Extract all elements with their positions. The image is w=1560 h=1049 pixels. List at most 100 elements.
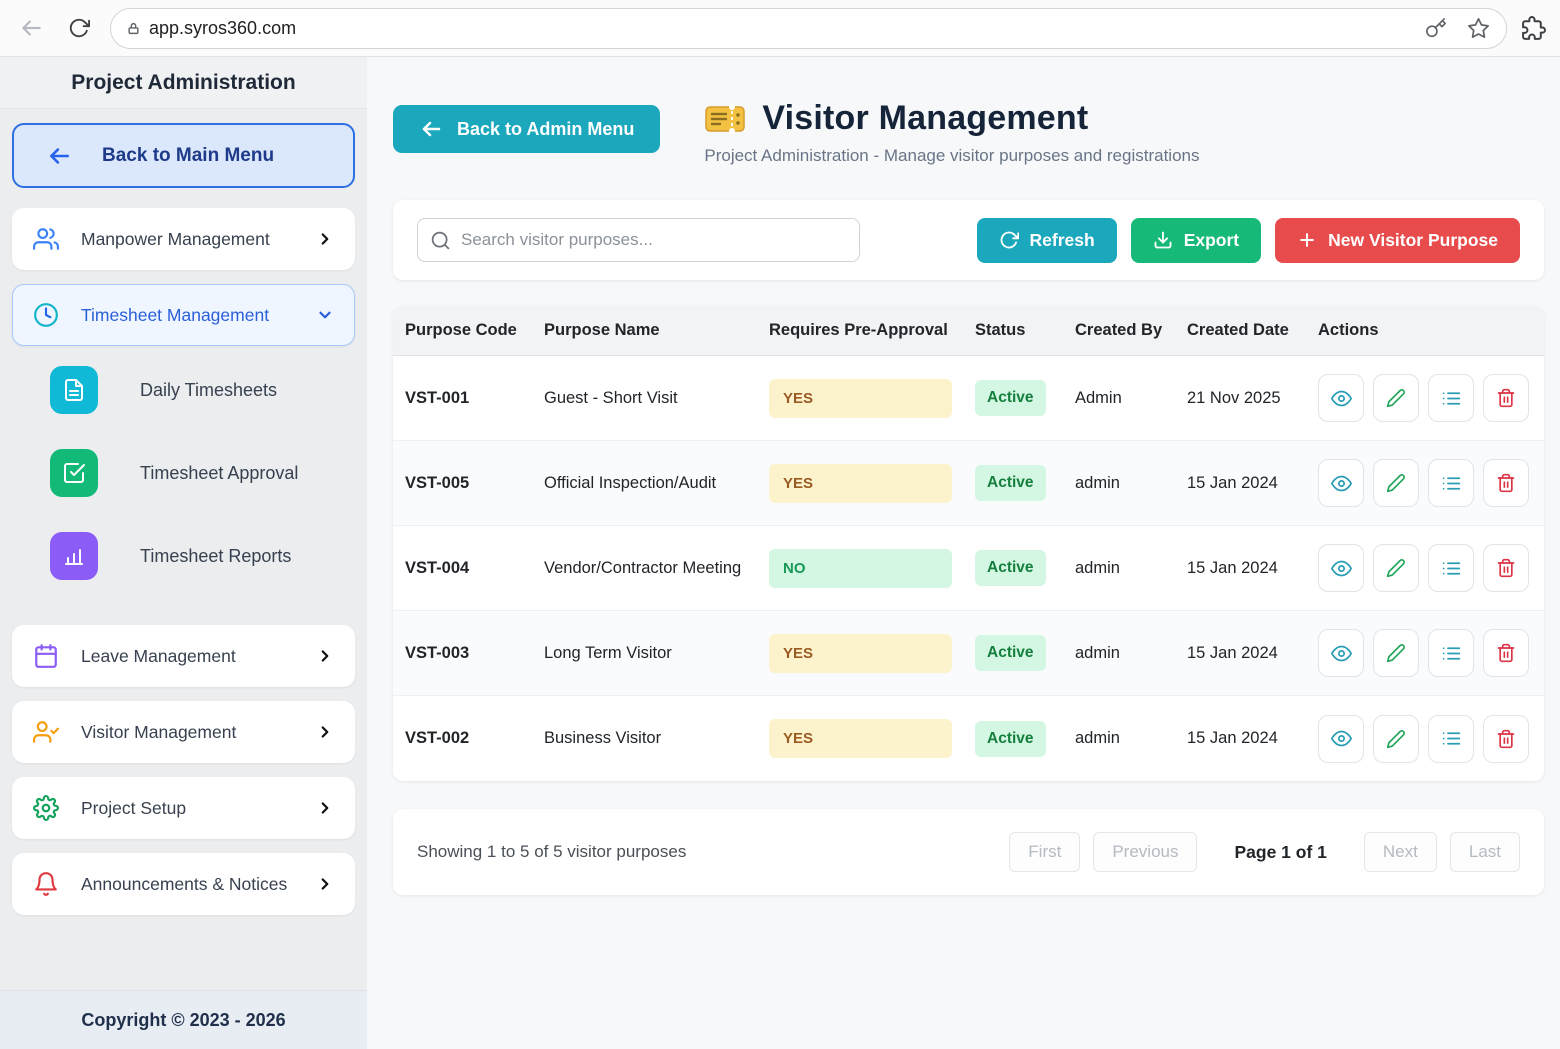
star-icon[interactable] (1467, 17, 1490, 40)
submenu-item-label: Timesheet Reports (140, 546, 291, 567)
eye-icon (1331, 558, 1352, 579)
delete-button[interactable] (1483, 715, 1529, 763)
back-icon (18, 15, 44, 41)
table-row: VST-003 Long Term Visitor YES Active adm… (393, 611, 1544, 696)
submenu-item-timesheet-approval[interactable]: Timesheet Approval (50, 449, 355, 497)
copyright-text: Copyright © 2023 - 2026 (81, 1010, 285, 1031)
details-button[interactable] (1428, 544, 1474, 592)
document-icon (50, 366, 98, 414)
new-visitor-purpose-button[interactable]: New Visitor Purpose (1275, 218, 1520, 263)
table-row: VST-005 Official Inspection/Audit YES Ac… (393, 441, 1544, 526)
edit-button[interactable] (1373, 374, 1419, 422)
purpose-name-cell: Vendor/Contractor Meeting (544, 559, 769, 578)
page-info: Page 1 of 1 (1234, 842, 1326, 863)
reload-icon (68, 17, 90, 39)
edit-button[interactable] (1373, 544, 1419, 592)
status-badge: Active (975, 635, 1046, 671)
search-box[interactable] (417, 218, 860, 262)
first-page-button[interactable]: First (1009, 832, 1080, 872)
users-icon (33, 226, 59, 252)
url-text[interactable]: app.syros360.com (149, 18, 1416, 39)
browser-back-button[interactable] (14, 11, 48, 45)
back-to-admin-menu-button[interactable]: Back to Admin Menu (393, 105, 660, 153)
pencil-icon (1386, 388, 1406, 408)
list-icon (1441, 643, 1462, 664)
page-subtitle: Project Administration - Manage visitor … (704, 146, 1199, 166)
main-content: Back to Admin Menu Visitor Management (367, 57, 1560, 1049)
edit-button[interactable] (1373, 629, 1419, 677)
view-button[interactable] (1318, 459, 1364, 507)
extensions-icon[interactable] (1521, 16, 1546, 41)
search-input[interactable] (461, 230, 847, 250)
browser-reload-button[interactable] (62, 11, 96, 45)
toolbar: Refresh Export New Visitor Purpose (393, 200, 1544, 280)
address-bar[interactable]: app.syros360.com (110, 8, 1507, 49)
sidebar-item-label: Project Setup (81, 798, 294, 819)
view-button[interactable] (1318, 715, 1364, 763)
created-by-cell: admin (1075, 729, 1187, 748)
back-to-main-menu-button[interactable]: Back to Main Menu (12, 123, 355, 188)
edit-button[interactable] (1373, 459, 1419, 507)
details-button[interactable] (1428, 374, 1474, 422)
sidebar-item-label: Timesheet Management (81, 305, 294, 326)
sidebar-item-visitor-management[interactable]: Visitor Management (12, 701, 355, 763)
pencil-icon (1386, 643, 1406, 663)
eye-icon (1331, 728, 1352, 749)
sidebar-item-label: Leave Management (81, 646, 294, 667)
sidebar-footer: Copyright © 2023 - 2026 (0, 990, 367, 1049)
sidebar-item-announcements[interactable]: Announcements & Notices (12, 853, 355, 915)
created-date-cell: 15 Jan 2024 (1187, 729, 1318, 748)
created-by-cell: Admin (1075, 389, 1187, 408)
column-header: Created Date (1187, 321, 1318, 340)
purpose-name-cell: Long Term Visitor (544, 644, 769, 663)
sidebar-item-timesheet-management[interactable]: Timesheet Management (12, 284, 355, 346)
trash-icon (1496, 473, 1516, 493)
delete-button[interactable] (1483, 544, 1529, 592)
key-icon[interactable] (1425, 17, 1447, 39)
page-title: Visitor Management (762, 99, 1088, 138)
purpose-code-cell: VST-004 (405, 559, 544, 578)
list-icon (1441, 388, 1462, 409)
created-date-cell: 21 Nov 2025 (1187, 389, 1318, 408)
view-button[interactable] (1318, 374, 1364, 422)
submenu-item-daily-timesheets[interactable]: Daily Timesheets (50, 366, 355, 414)
eye-icon (1331, 643, 1352, 664)
sidebar-item-project-setup[interactable]: Project Setup (12, 777, 355, 839)
view-button[interactable] (1318, 629, 1364, 677)
refresh-button[interactable]: Refresh (977, 218, 1117, 263)
sidebar-item-manpower-management[interactable]: Manpower Management (12, 208, 355, 270)
bar-chart-icon (50, 532, 98, 580)
details-button[interactable] (1428, 459, 1474, 507)
submenu-item-timesheet-reports[interactable]: Timesheet Reports (50, 532, 355, 580)
previous-page-button[interactable]: Previous (1093, 832, 1197, 872)
details-button[interactable] (1428, 629, 1474, 677)
delete-button[interactable] (1483, 629, 1529, 677)
pencil-icon (1386, 729, 1406, 749)
list-icon (1441, 473, 1462, 494)
created-by-cell: admin (1075, 644, 1187, 663)
arrow-left-icon (46, 143, 72, 169)
purpose-name-cell: Official Inspection/Audit (544, 474, 769, 493)
site-info-icon[interactable] (127, 22, 140, 35)
last-page-button[interactable]: Last (1450, 832, 1520, 872)
created-date-cell: 15 Jan 2024 (1187, 644, 1318, 663)
export-button[interactable]: Export (1131, 218, 1261, 263)
delete-button[interactable] (1483, 459, 1529, 507)
edit-button[interactable] (1373, 715, 1419, 763)
next-page-button[interactable]: Next (1364, 832, 1437, 872)
purpose-code-cell: VST-005 (405, 474, 544, 493)
sidebar-title: Project Administration (0, 57, 367, 109)
calendar-icon (33, 643, 59, 669)
results-summary: Showing 1 to 5 of 5 visitor purposes (417, 842, 686, 862)
delete-button[interactable] (1483, 374, 1529, 422)
pre-approval-badge: YES (769, 634, 952, 673)
pre-approval-badge: YES (769, 464, 952, 503)
purpose-code-cell: VST-002 (405, 729, 544, 748)
table-row: VST-002 Business Visitor YES Active admi… (393, 696, 1544, 781)
details-button[interactable] (1428, 715, 1474, 763)
trash-icon (1496, 558, 1516, 578)
sidebar-item-leave-management[interactable]: Leave Management (12, 625, 355, 687)
pre-approval-badge: NO (769, 549, 952, 588)
purpose-name-cell: Business Visitor (544, 729, 769, 748)
view-button[interactable] (1318, 544, 1364, 592)
